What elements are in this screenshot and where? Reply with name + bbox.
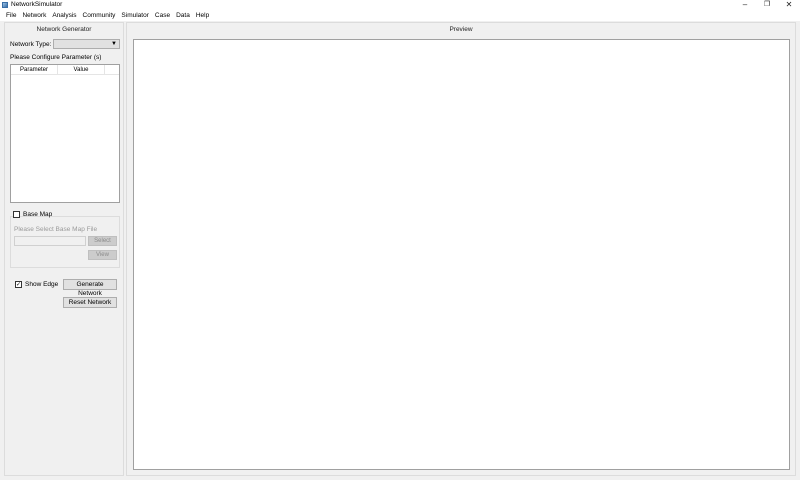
base-map-checkbox-row[interactable]: Base Map xyxy=(13,211,52,218)
network-type-dropdown[interactable]: ▼ xyxy=(53,39,120,49)
column-header-parameter[interactable]: Parameter xyxy=(11,65,58,74)
column-header-value[interactable]: Value xyxy=(58,65,105,74)
base-map-label: Base Map xyxy=(23,211,53,218)
reset-network-button[interactable]: Reset Network xyxy=(63,297,117,308)
menu-bar: File Network Analysis Community Simulato… xyxy=(0,10,800,21)
base-map-file-field[interactable] xyxy=(14,236,86,246)
menu-file[interactable]: File xyxy=(3,10,19,21)
base-map-checkbox[interactable] xyxy=(13,211,20,218)
show-edge-checkbox[interactable]: ✓ xyxy=(15,281,22,288)
menu-network[interactable]: Network xyxy=(19,10,49,21)
window-title: NetworkSimulator xyxy=(11,1,63,8)
menu-data[interactable]: Data xyxy=(173,10,193,21)
network-generator-panel: Network Generator Network Type: ▼ Please… xyxy=(4,22,124,476)
restore-button[interactable]: ❐ xyxy=(756,0,778,10)
title-bar: NetworkSimulator – ❐ ✕ xyxy=(0,0,800,10)
show-edge-row[interactable]: ✓ Show Edge xyxy=(15,281,58,288)
app-icon xyxy=(2,2,8,8)
base-map-hint: Please Select Base Map File xyxy=(14,226,98,233)
configure-parameters-label: Please Configure Parameter (s) xyxy=(10,54,102,61)
generate-network-button[interactable]: Generate Network xyxy=(63,279,117,297)
parameter-table-header: Parameter Value xyxy=(11,65,119,75)
base-map-view-button[interactable]: View xyxy=(88,250,117,260)
menu-community[interactable]: Community xyxy=(80,10,119,21)
show-edge-label: Show Edge xyxy=(25,281,59,288)
menu-help[interactable]: Help xyxy=(193,10,212,21)
network-type-label: Network Type: xyxy=(10,41,52,48)
preview-panel: Preview xyxy=(126,22,796,476)
preview-canvas[interactable] xyxy=(133,39,790,470)
minimize-button[interactable]: – xyxy=(734,0,756,10)
menu-simulator[interactable]: Simulator xyxy=(118,10,151,21)
close-button[interactable]: ✕ xyxy=(778,0,800,10)
menu-case[interactable]: Case xyxy=(152,10,173,21)
network-generator-title: Network Generator xyxy=(36,26,92,33)
preview-title: Preview xyxy=(449,26,473,33)
parameter-table[interactable]: Parameter Value xyxy=(10,64,120,203)
chevron-down-icon: ▼ xyxy=(111,41,117,47)
menu-analysis[interactable]: Analysis xyxy=(49,10,79,21)
base-map-select-button[interactable]: Select xyxy=(88,236,117,246)
